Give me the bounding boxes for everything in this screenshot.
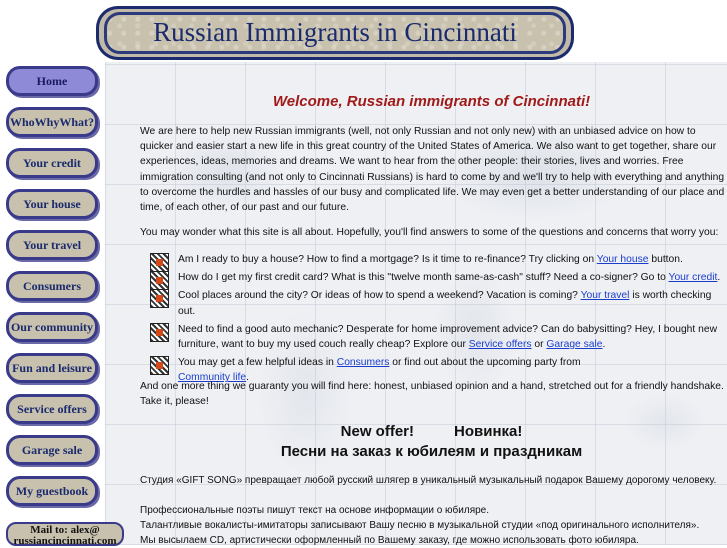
bullet-text: Am I ready to buy a house? How to find a…	[178, 254, 597, 265]
offer-en: New offer!	[340, 423, 414, 440]
bullet-text: or	[531, 339, 547, 351]
site-title: Russian Immigrants in Cincinnati	[153, 17, 517, 47]
sidebar-nav: Home WhoWhyWhat? Your credit Your house …	[6, 66, 102, 517]
offer-ru: Новинка!	[454, 423, 523, 440]
bullet-icon	[150, 253, 169, 272]
bullet-text: .	[717, 272, 721, 284]
bullet-text: button.	[648, 254, 683, 265]
welcome-heading: Welcome, Russian immigrants of Cincinnat…	[272, 93, 591, 110]
nav-fun-and-leisure-button[interactable]: Fun and leisure	[6, 353, 98, 383]
list-item: Need to find a good auto mechanic? Despe…	[150, 322, 725, 352]
mailto-button[interactable]: Mail to: alex@ russiancincinnati.com	[6, 522, 124, 547]
bullet-text: Cool places around the city? Or ideas of…	[178, 290, 581, 302]
wonder-paragraph: You may wonder what this site is all abo…	[140, 227, 719, 238]
mailto-line2: russiancincinnati.com	[13, 535, 117, 547]
ru-line-3: Талантливые вокалисты-имитаторы записыва…	[140, 520, 700, 531]
offer-heading: New offer! Новинка! Песни на заказ к юбил…	[140, 422, 723, 462]
bullet-text: You may get a few helpful ideas in	[178, 357, 337, 369]
your-house-link[interactable]: Your house	[597, 254, 649, 265]
garage-sale-link[interactable]: Garage sale	[546, 339, 602, 350]
nav-whowhywhat-button[interactable]: WhoWhyWhat?	[6, 107, 98, 137]
bullet-text: Need to find a good auto mechanic? Despe…	[178, 323, 718, 351]
nav-your-house-button[interactable]: Your house	[6, 189, 98, 219]
nav-service-offers-button[interactable]: Service offers	[6, 394, 98, 424]
bullet-icon	[150, 322, 169, 342]
nav-my-guestbook-button[interactable]: My guestbook	[6, 476, 98, 506]
guaranty-paragraph: And one more thing we guaranty you will …	[140, 381, 724, 408]
list-item: How do I get my first credit card? What …	[150, 270, 725, 291]
bullet-icon	[150, 289, 169, 309]
ru-line-4: Мы высылаем CD, артистически оформленный…	[140, 535, 639, 546]
bullet-text: .	[602, 339, 606, 351]
offer-subtitle: Песни на заказ к юбилеям и праздникам	[280, 443, 583, 460]
consumers-link[interactable]: Consumers	[337, 357, 390, 368]
your-travel-link[interactable]: Your travel	[581, 290, 630, 301]
ru-line-1: Студия «GIFT SONG» превращает любой русс…	[140, 475, 717, 486]
bullet-text: or find out about the upcoming party fro…	[389, 357, 581, 369]
nav-consumers-button[interactable]: Consumers	[6, 271, 98, 301]
your-credit-link[interactable]: Your credit	[669, 272, 718, 283]
nav-home-button[interactable]: Home	[6, 66, 98, 96]
intro-paragraph: We are here to help new Russian immigran…	[140, 126, 725, 214]
service-offers-link[interactable]: Service offers	[469, 339, 532, 350]
questions-list: Am I ready to buy a house? How to find a…	[150, 252, 725, 389]
ru-line-2: Профессиональные поэты пишут текст на ос…	[140, 505, 490, 516]
nav-your-travel-button[interactable]: Your travel	[6, 230, 98, 260]
nav-your-credit-button[interactable]: Your credit	[6, 148, 98, 178]
bullet-icon	[150, 356, 169, 376]
bullet-text: How do I get my first credit card? What …	[178, 272, 669, 284]
nav-our-community-button[interactable]: Our community	[6, 312, 98, 342]
bullet-icon	[150, 271, 169, 291]
list-item: Am I ready to buy a house? How to find a…	[150, 252, 725, 272]
nav-garage-sale-button[interactable]: Garage sale	[6, 435, 98, 465]
list-item: Cool places around the city? Or ideas of…	[150, 288, 725, 318]
